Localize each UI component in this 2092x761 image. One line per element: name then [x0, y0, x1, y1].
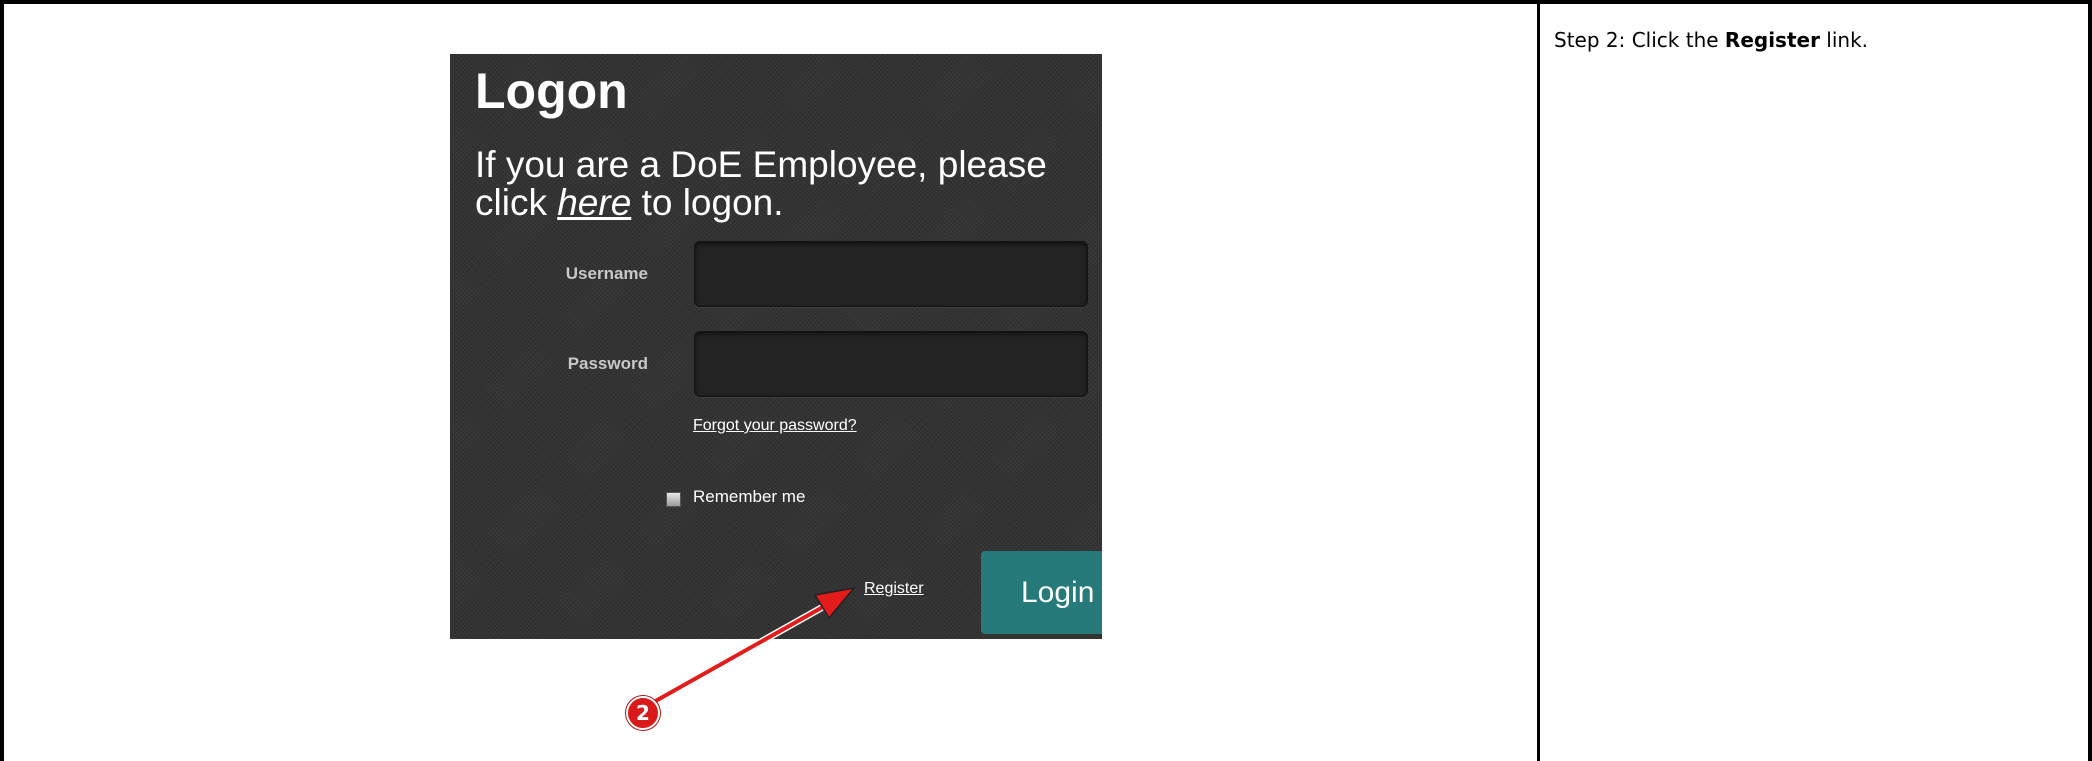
forgot-password-link[interactable]: Forgot your password? [693, 417, 857, 435]
page-title: Logon [475, 63, 628, 119]
remember-me-label: Remember me [693, 487, 806, 506]
doe-employee-here-link[interactable]: here [557, 182, 631, 223]
remember-me-checkbox[interactable] [666, 492, 681, 507]
password-label: Password [567, 354, 648, 373]
employee-message: If you are a DoE Employee, please click … [475, 146, 1095, 222]
password-input[interactable] [694, 331, 1088, 397]
employee-message-end: to logon. [631, 182, 784, 223]
logon-screenshot: Logon If you are a DoE Employee, please … [450, 54, 1102, 639]
step-instruction: Step 2: Click the Register link. [1554, 28, 1868, 52]
register-link[interactable]: Register [864, 580, 924, 598]
login-button[interactable]: Login [981, 551, 1102, 634]
screenshot-cell: Logon If you are a DoE Employee, please … [0, 0, 1540, 761]
instruction-table: Logon If you are a DoE Employee, please … [0, 0, 2092, 761]
step-instruction-prefix: Step 2: Click the [1554, 28, 1725, 52]
step-instruction-suffix: link. [1819, 28, 1869, 52]
instruction-cell: Step 2: Click the Register link. [1537, 0, 2092, 761]
username-label: Username [565, 264, 648, 283]
username-input[interactable] [694, 241, 1088, 307]
step-number-badge: 2 [626, 696, 660, 730]
step-instruction-highlight: Register [1724, 28, 1820, 52]
